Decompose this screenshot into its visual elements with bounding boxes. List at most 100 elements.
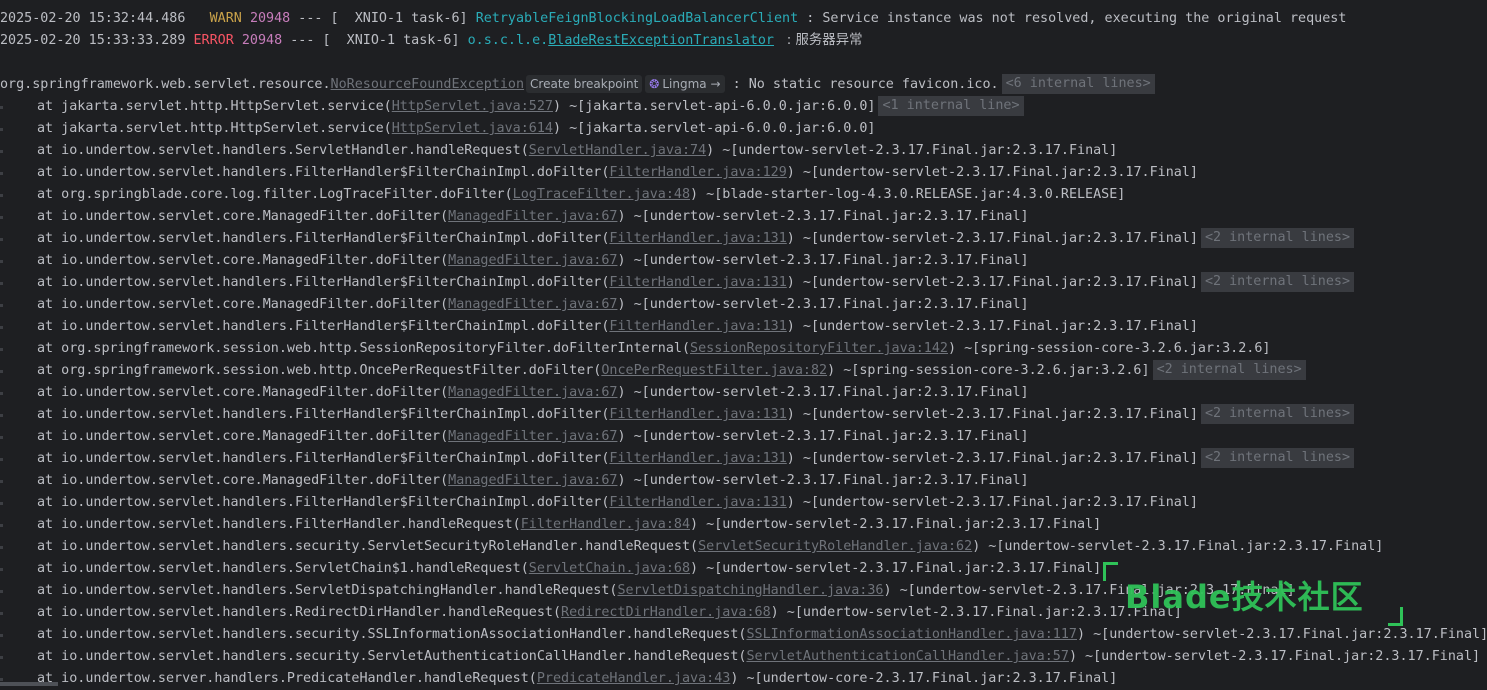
- exception-class-link[interactable]: NoResourceFoundException: [331, 77, 524, 92]
- log-thread: XNIO-1 task-6]: [330, 33, 460, 48]
- frame-jar: ) ~[spring-session-core-3.2.6.jar:3.2.6]: [948, 341, 1271, 356]
- stack-frame: at io.undertow.servlet.handlers.FilterHa…: [0, 316, 1487, 338]
- stack-frame: at org.springblade.core.log.filter.LogTr…: [0, 184, 1487, 206]
- gutter-marker: [0, 194, 3, 197]
- frame-source-link[interactable]: FilterHandler.java:131: [609, 275, 786, 290]
- frame-source-link[interactable]: HttpServlet.java:527: [392, 99, 553, 114]
- fold-internal-lines[interactable]: <2 internal lines>: [1200, 448, 1355, 468]
- log-level-error: ERROR: [193, 33, 234, 48]
- lingma-icon: ❂: [649, 77, 660, 91]
- stack-frame: at io.undertow.servlet.handlers.security…: [0, 624, 1487, 646]
- fold-internal-lines[interactable]: <2 internal lines>: [1200, 404, 1355, 424]
- stack-frame: at io.undertow.servlet.handlers.ServletC…: [0, 558, 1487, 580]
- frame-method: at io.undertow.servlet.core.ManagedFilte…: [37, 209, 449, 224]
- frame-jar: ) ~[undertow-servlet-2.3.17.Final.jar:2.…: [617, 385, 1029, 400]
- gutter-marker: [0, 216, 3, 219]
- lingma-button[interactable]: ❂ Lingma →: [645, 75, 725, 93]
- frame-jar: ) ~[undertow-servlet-2.3.17.Final.jar:2.…: [1068, 649, 1481, 664]
- gutter-marker: [0, 502, 3, 505]
- frame-method: at io.undertow.servlet.handlers.ServletC…: [37, 561, 529, 576]
- frame-jar: ) ~[jakarta.servlet-api-6.0.0.jar:6.0.0]: [552, 99, 876, 114]
- frame-source-link[interactable]: LogTraceFilter.java:48: [513, 187, 690, 202]
- frame-method: at io.undertow.servlet.core.ManagedFilte…: [37, 253, 449, 268]
- stack-frame: at io.undertow.servlet.core.ManagedFilte…: [0, 206, 1487, 228]
- frame-source-link[interactable]: ManagedFilter.java:67: [448, 297, 617, 312]
- frame-source-link[interactable]: ServletDispatchingHandler.java:36: [617, 583, 883, 598]
- frame-method: at io.undertow.servlet.core.ManagedFilte…: [37, 385, 449, 400]
- stack-frame: at io.undertow.servlet.handlers.FilterHa…: [0, 272, 1487, 294]
- stack-frame: at jakarta.servlet.http.HttpServlet.serv…: [0, 96, 1487, 118]
- gutter-marker: [0, 326, 3, 329]
- frame-source-link[interactable]: HttpServlet.java:614: [392, 121, 553, 136]
- fold-internal-lines[interactable]: <2 internal lines>: [1200, 228, 1355, 248]
- frame-source-link[interactable]: FilterHandler.java:131: [609, 451, 786, 466]
- stack-frame: at io.undertow.servlet.core.ManagedFilte…: [0, 382, 1487, 404]
- fold-internal-lines[interactable]: <2 internal lines>: [1200, 272, 1355, 292]
- frame-source-link[interactable]: SSLInformationAssociationHandler.java:11…: [746, 627, 1077, 642]
- frame-source-link[interactable]: ServletAuthenticationCallHandler.java:57: [746, 649, 1068, 664]
- stack-frame: at org.springframework.session.web.http.…: [0, 360, 1487, 382]
- frame-jar: ) ~[undertow-servlet-2.3.17.Final.jar:2.…: [786, 319, 1198, 334]
- log-logger: RetryableFeignBlockingLoadBalancerClient: [475, 11, 799, 26]
- frame-source-link[interactable]: FilterHandler.java:131: [609, 231, 786, 246]
- frame-method: at jakarta.servlet.http.HttpServlet.serv…: [37, 99, 392, 114]
- frame-source-link[interactable]: ServletChain.java:68: [529, 561, 690, 576]
- frame-method: at io.undertow.servlet.core.ManagedFilte…: [37, 297, 449, 312]
- frame-source-link[interactable]: OncePerRequestFilter.java:82: [601, 363, 827, 378]
- fold-internal-lines[interactable]: <6 internal lines>: [1001, 74, 1155, 94]
- frame-method: at org.springframework.session.web.http.…: [37, 341, 691, 356]
- frame-source-link[interactable]: ManagedFilter.java:67: [448, 209, 617, 224]
- log-level-warn: WARN: [201, 11, 242, 26]
- frame-jar: ) ~[undertow-servlet-2.3.17.Final.jar:2.…: [972, 539, 1384, 554]
- stack-frame: at io.undertow.servlet.handlers.security…: [0, 646, 1487, 668]
- fold-internal-lines[interactable]: <2 internal lines>: [1152, 360, 1306, 380]
- frame-source-link[interactable]: ManagedFilter.java:67: [448, 473, 617, 488]
- frame-jar: ) ~[undertow-servlet-2.3.17.Final.jar:2.…: [786, 275, 1198, 290]
- gutter-marker: [0, 238, 3, 241]
- gutter-marker: [0, 436, 3, 439]
- frame-method: at io.undertow.servlet.handlers.ServletD…: [37, 583, 618, 598]
- frame-source-link[interactable]: FilterHandler.java:131: [609, 319, 786, 334]
- frame-method: at io.undertow.servlet.handlers.FilterHa…: [37, 407, 610, 422]
- frame-source-link[interactable]: FilterHandler.java:84: [521, 517, 690, 532]
- frame-jar: ) ~[undertow-servlet-2.3.17.Final.jar:2.…: [770, 605, 1182, 620]
- exception-package: org.springframework.web.servlet.resource…: [0, 77, 331, 92]
- gutter-marker: [0, 590, 3, 593]
- frame-source-link[interactable]: ManagedFilter.java:67: [448, 385, 617, 400]
- frame-source-link[interactable]: FilterHandler.java:131: [609, 407, 786, 422]
- frame-jar: ) ~[jakarta.servlet-api-6.0.0.jar:6.0.0]: [552, 121, 876, 136]
- frame-method: at io.undertow.servlet.handlers.FilterHa…: [37, 319, 610, 334]
- frame-source-link[interactable]: SessionRepositoryFilter.java:142: [690, 341, 948, 356]
- frame-jar: ) ~[undertow-servlet-2.3.17.Final.jar:2.…: [617, 473, 1029, 488]
- log-separator: --- [: [282, 33, 331, 48]
- frame-method: at io.undertow.servlet.handlers.Redirect…: [37, 605, 562, 620]
- frame-source-link[interactable]: ManagedFilter.java:67: [448, 429, 617, 444]
- frame-source-link[interactable]: ServletHandler.java:74: [529, 143, 706, 158]
- gutter-marker: [0, 150, 3, 153]
- console-output: 2025-02-20 15:32:44.486 WARN 20948 --- […: [0, 8, 1487, 690]
- frame-source-link[interactable]: RedirectDirHandler.java:68: [561, 605, 771, 620]
- exception-message: : No static resource favicon.ico.: [732, 77, 999, 92]
- create-breakpoint-button[interactable]: Create breakpoint: [526, 75, 643, 93]
- gutter-marker: [0, 634, 3, 637]
- frame-jar: ) ~[undertow-servlet-2.3.17.Final.jar:2.…: [883, 583, 1295, 598]
- frame-source-link[interactable]: ServletSecurityRoleHandler.java:62: [698, 539, 972, 554]
- log-logger-link[interactable]: BladeRestExceptionTranslator: [548, 33, 774, 48]
- stack-frame: at io.undertow.servlet.handlers.Redirect…: [0, 602, 1487, 624]
- frame-source-link[interactable]: FilterHandler.java:131: [609, 495, 786, 510]
- frame-source-link[interactable]: FilterHandler.java:129: [609, 165, 786, 180]
- frame-jar: ) ~[undertow-servlet-2.3.17.Final.jar:2.…: [617, 209, 1029, 224]
- frame-source-link[interactable]: PredicateHandler.java:43: [537, 671, 730, 686]
- gutter-marker: [0, 348, 3, 351]
- gutter-marker: [0, 568, 3, 571]
- frame-jar: ) ~[undertow-servlet-2.3.17.Final.jar:2.…: [617, 429, 1029, 444]
- frame-source-link[interactable]: ManagedFilter.java:67: [448, 253, 617, 268]
- stack-frame: at io.undertow.servlet.handlers.FilterHa…: [0, 404, 1487, 426]
- frame-jar: ) ~[undertow-servlet-2.3.17.Final.jar:2.…: [786, 451, 1198, 466]
- fold-internal-lines[interactable]: <1 internal line>: [878, 96, 1024, 116]
- horizontal-scrollbar[interactable]: [0, 682, 58, 686]
- frame-jar: ) ~[undertow-servlet-2.3.17.Final.jar:2.…: [786, 165, 1198, 180]
- gutter-marker: [0, 656, 3, 659]
- log-separator: --- [: [290, 11, 339, 26]
